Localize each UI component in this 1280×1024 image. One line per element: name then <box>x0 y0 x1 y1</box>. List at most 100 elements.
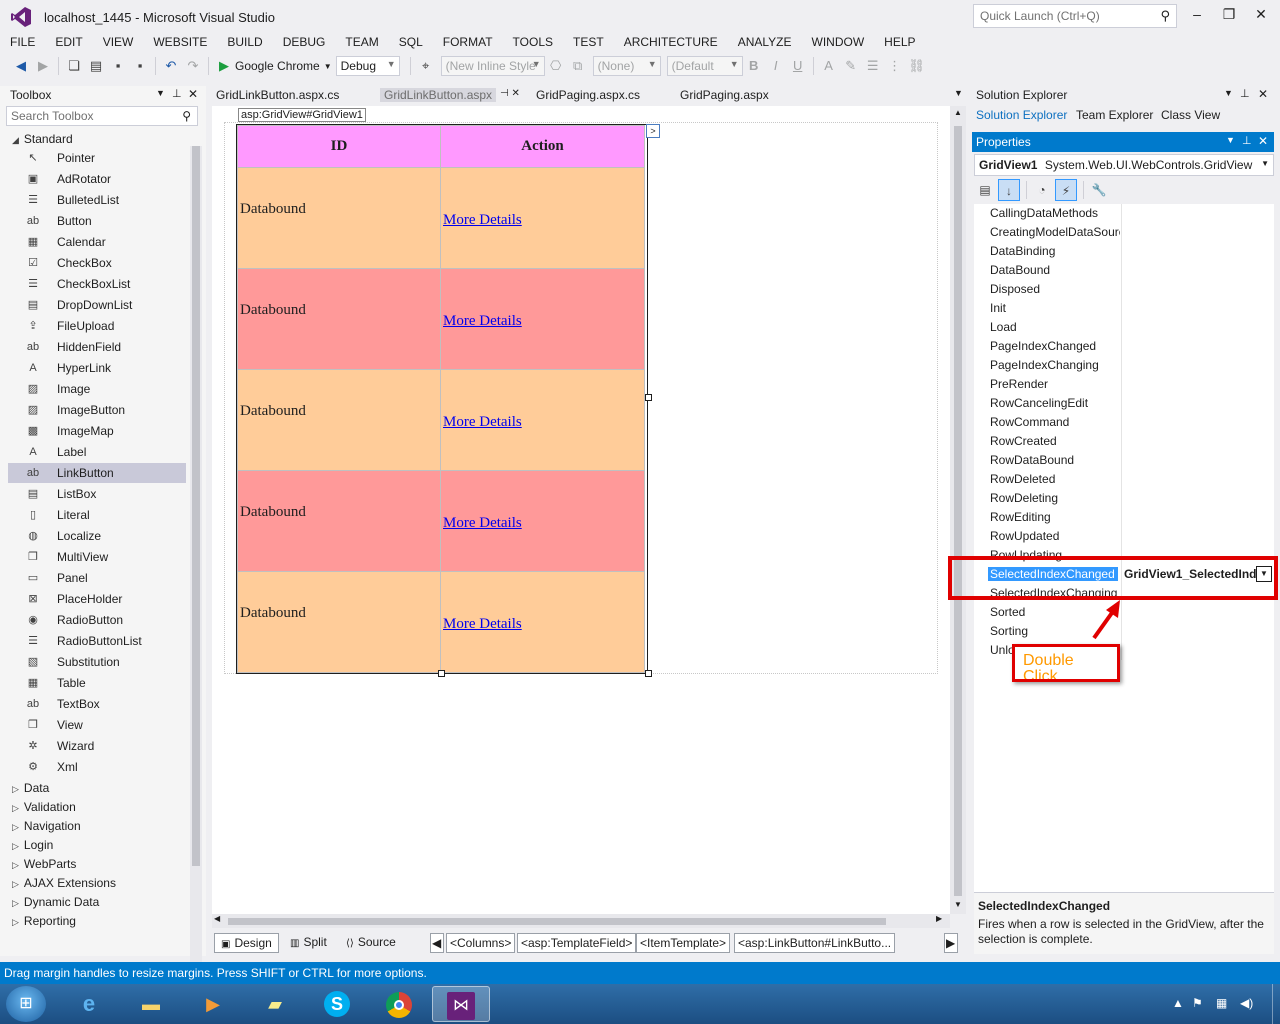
scroll-down-icon[interactable]: ▼ <box>954 900 962 909</box>
event-row-disposed[interactable]: Disposed <box>974 280 1274 299</box>
menu-item-team[interactable]: TEAM <box>335 32 388 52</box>
event-row-load[interactable]: Load <box>974 318 1274 337</box>
toolbox-item-hyperlink[interactable]: A HyperLink <box>8 358 186 378</box>
toolbox-group-dynamic-data[interactable]: ▷ Dynamic Data <box>12 895 99 909</box>
toolbox-item-xml[interactable]: ⚙ Xml <box>8 757 186 777</box>
close-button[interactable]: ✕ <box>1248 6 1274 26</box>
toolbox-item-table[interactable]: ▦ Table <box>8 673 186 693</box>
event-row-callingdatamethods[interactable]: CallingDataMethods <box>974 204 1274 223</box>
visual-studio-taskbar-icon[interactable]: ⋈ <box>432 986 490 1022</box>
volume-icon[interactable]: ◀) <box>1240 996 1253 1010</box>
toolbox-item-imagemap[interactable]: ▩ ImageMap <box>8 421 186 441</box>
toolbox-menu-chevron-icon[interactable]: ▼ <box>156 88 165 98</box>
tab-overflow-chevron-icon[interactable]: ▼ <box>954 88 963 98</box>
event-row-creatingmodeldatasource[interactable]: CreatingModelDataSource <box>974 223 1274 242</box>
menu-item-format[interactable]: FORMAT <box>433 32 503 52</box>
action-center-flag-icon[interactable]: ⚑ <box>1192 996 1203 1010</box>
crumb-template-field[interactable]: <asp:TemplateField> <box>517 933 637 953</box>
more-details-link[interactable]: More Details <box>443 515 522 531</box>
start-debugging-icon[interactable]: ▶ <box>213 55 235 77</box>
resize-handle-right[interactable] <box>645 394 652 401</box>
new-project-icon[interactable]: ❏ <box>63 55 85 77</box>
search-icon[interactable]: ⚲ <box>182 109 191 123</box>
align-icon[interactable]: ☰ <box>862 55 884 77</box>
toolbox-item-localize[interactable]: ◍ Localize <box>8 526 186 546</box>
toolbox-group-navigation[interactable]: ▷ Navigation <box>12 819 81 833</box>
configuration-dropdown[interactable]: Debug ▼ <box>335 56 400 76</box>
event-row-rowcreated[interactable]: RowCreated <box>974 432 1274 451</box>
toolbox-item-label[interactable]: A Label <box>8 442 186 462</box>
forward-icon[interactable]: ▶ <box>32 55 54 77</box>
toolbox-item-adrotator[interactable]: ▣ AdRotator <box>8 169 186 189</box>
event-row-init[interactable]: Init <box>974 299 1274 318</box>
search-icon[interactable]: ⚲ <box>1160 8 1170 24</box>
toolbox-item-substitution[interactable]: ▧ Substitution <box>8 652 186 672</box>
inline-style-dropdown[interactable]: (New Inline Style ▼ <box>440 56 545 76</box>
pin-icon[interactable]: ⊥ <box>1240 87 1250 100</box>
new-style-icon[interactable]: ⧉ <box>567 55 589 77</box>
doc-tab-gridpaging-aspx-cs[interactable]: GridPaging.aspx.cs <box>536 88 640 102</box>
crumb-next-icon[interactable]: ▶ <box>944 933 958 953</box>
quick-launch-input[interactable]: Quick Launch (Ctrl+Q) ⚲ <box>973 4 1177 28</box>
property-pages-icon[interactable]: 🔧 <box>1088 179 1110 201</box>
target-rule-dropdown[interactable]: (None) ▼ <box>592 56 661 76</box>
event-row-rowupdated[interactable]: RowUpdated <box>974 527 1274 546</box>
event-row-databinding[interactable]: DataBinding <box>974 242 1274 261</box>
more-details-link[interactable]: More Details <box>443 414 522 430</box>
internet-explorer-icon[interactable]: e <box>60 986 118 1022</box>
toolbox-item-imagebutton[interactable]: ▨ ImageButton <box>8 400 186 420</box>
network-icon[interactable]: ▦ <box>1216 996 1227 1010</box>
toolbox-group-login[interactable]: ▷ Login <box>12 838 53 852</box>
scroll-right-icon[interactable]: ▶ <box>936 914 942 923</box>
menu-item-test[interactable]: TEST <box>563 32 614 52</box>
split-view-button[interactable]: ▥ Split <box>284 933 333 953</box>
more-details-link[interactable]: More Details <box>443 616 522 632</box>
toolbox-item-pointer[interactable]: ↖ Pointer <box>8 148 186 168</box>
toolbox-item-listbox[interactable]: ▤ ListBox <box>8 484 186 504</box>
event-row-rowdatabound[interactable]: RowDataBound <box>974 451 1274 470</box>
doc-tab-gridpaging-aspx[interactable]: GridPaging.aspx <box>680 88 769 102</box>
scrollbar-thumb[interactable] <box>228 918 886 925</box>
event-row-rowdeleted[interactable]: RowDeleted <box>974 470 1274 489</box>
event-row-prerender[interactable]: PreRender <box>974 375 1274 394</box>
toolbox-item-fileupload[interactable]: ⇪ FileUpload <box>8 316 186 336</box>
events-lightning-icon[interactable]: ⚡ <box>1055 179 1077 201</box>
windows-start-icon[interactable]: ⊞ <box>6 986 46 1022</box>
menu-item-website[interactable]: WEBSITE <box>143 32 217 52</box>
toolbox-group-webparts[interactable]: ▷ WebParts <box>12 857 76 871</box>
event-row-rowcommand[interactable]: RowCommand <box>974 413 1274 432</box>
properties-icon[interactable]: ◔ <box>1031 179 1053 201</box>
background-color-icon[interactable]: ✎ <box>840 55 862 77</box>
scrollbar-thumb[interactable] <box>192 146 200 866</box>
undo-icon[interactable]: ↶ <box>160 55 182 77</box>
skype-icon[interactable]: S <box>308 986 366 1022</box>
show-desktop-button[interactable] <box>1272 984 1280 1024</box>
toolbox-scrollbar[interactable]: ▼ <box>190 146 202 1006</box>
toolbox-group-reporting[interactable]: ▷ Reporting <box>12 914 76 928</box>
smart-tag-chevron-icon[interactable]: > <box>646 124 660 138</box>
scroll-left-icon[interactable]: ◀ <box>214 914 220 923</box>
scroll-up-icon[interactable]: ▲ <box>954 108 962 117</box>
toolbox-item-image[interactable]: ▨ Image <box>8 379 186 399</box>
italic-button[interactable]: I <box>765 55 787 77</box>
close-icon[interactable]: ✕ <box>1258 134 1268 148</box>
tab-solution-explorer[interactable]: Solution Explorer <box>976 108 1067 122</box>
gridview-row[interactable]: Databound More Details <box>237 167 645 269</box>
menu-item-help[interactable]: HELP <box>874 32 925 52</box>
panel-menu-chevron-icon[interactable]: ▼ <box>1226 135 1235 145</box>
save-all-icon[interactable]: ▪ <box>129 55 151 77</box>
event-row-databound[interactable]: DataBound <box>974 261 1274 280</box>
scrollbar-thumb[interactable] <box>954 126 962 896</box>
gridview-control[interactable]: ID Action Databound More Details Databound… <box>236 124 648 674</box>
event-row-rowediting[interactable]: RowEditing <box>974 508 1274 527</box>
crumb-prev-icon[interactable]: ◀ <box>430 933 444 953</box>
column-header-id[interactable]: ID <box>237 125 441 168</box>
sticky-notes-icon[interactable]: ▰ <box>246 986 304 1022</box>
toolbox-item-multiview[interactable]: ❐ MultiView <box>8 547 186 567</box>
toolbox-item-radiobutton[interactable]: ◉ RadioButton <box>8 610 186 630</box>
menu-item-file[interactable]: FILE <box>0 32 45 52</box>
source-view-button[interactable]: ⟨⟩ Source <box>340 933 402 953</box>
back-icon[interactable]: ◀ <box>10 55 32 77</box>
pin-close-icon[interactable]: ⊣ ✕ <box>500 88 520 99</box>
menu-item-architecture[interactable]: ARCHITECTURE <box>614 32 728 52</box>
